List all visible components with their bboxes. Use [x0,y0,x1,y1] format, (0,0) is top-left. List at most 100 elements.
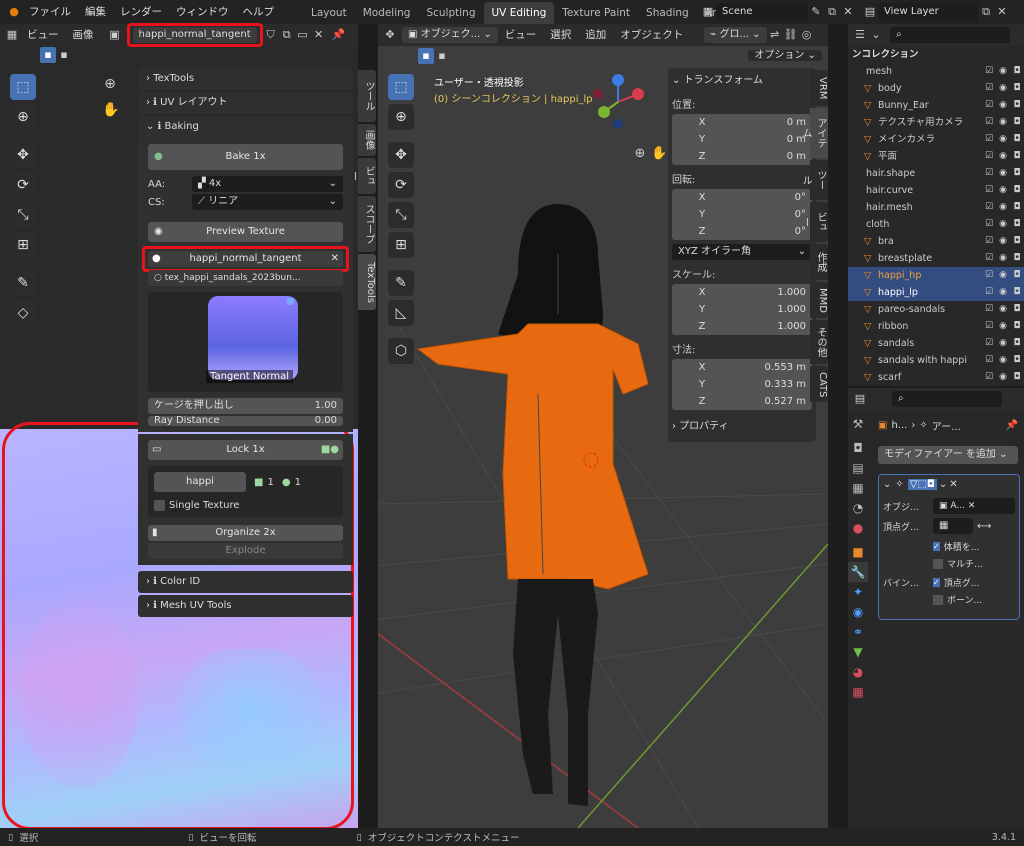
pin-icon[interactable]: 📌 [331,27,347,43]
eye-icon[interactable]: ◉ [996,131,1010,148]
modifier-toggle-icons[interactable]: ▽⬚◘ [907,479,937,490]
checkbox-icon[interactable]: ☑ [982,165,996,182]
folder-icon[interactable]: ▭ [295,27,311,43]
mode-dropdown[interactable]: ▣ オブジェク... ⌄ [402,27,498,43]
eye-icon[interactable]: ◉ [996,148,1010,165]
collapse-chevron-icon[interactable]: ⌄ [883,479,891,490]
rotation-x[interactable]: X 0° [672,189,812,206]
link-icon[interactable]: ⛓ [783,27,799,43]
camera-icon[interactable]: ◘ [1010,97,1024,114]
outliner-item-11[interactable]: ▽ breastplate ☑ ◉ ◘ [848,250,1024,267]
single-texture-checkbox[interactable] [154,500,165,511]
checkbox-checked[interactable]: ✓ [933,578,940,587]
outliner-item-3[interactable]: ▽ テクスチャ用カメラ ☑ ◉ ◘ [848,114,1024,131]
swap-arrows-icon[interactable]: ⟷ [977,521,991,532]
dimension-z[interactable]: Z 0.527 m [672,393,812,410]
constraint-icon[interactable]: ⚭ [848,622,868,642]
tab-view[interactable]: ビュー [800,202,828,242]
eye-icon[interactable]: ◉ [996,284,1010,301]
tab-misc[interactable]: その他 [810,320,828,364]
checkbox-icon[interactable]: ☑ [982,318,996,335]
scene-field[interactable]: Scene [716,3,808,21]
editor-type-icon[interactable]: ☰ [852,27,868,43]
scale-x[interactable]: X 1.000 [672,284,812,301]
outliner-item-4[interactable]: ▽ メインカメラ ☑ ◉ ◘ [848,131,1024,148]
scale-y[interactable]: Y 1.000 [672,301,812,318]
shield-icon[interactable]: ⛉ [263,27,279,43]
navigation-gizmo[interactable] [588,72,648,132]
outliner-search[interactable]: ⌕ [890,27,1010,43]
scene-icon[interactable]: ◔ [848,498,868,518]
tab-sculpting[interactable]: Sculpting [418,2,483,24]
checkbox-icon[interactable]: ☑ [982,352,996,369]
close-icon[interactable]: ✕ [331,251,339,267]
checkbox-icon[interactable]: ☑ [982,301,996,318]
camera-icon[interactable]: ◘ [1010,233,1024,250]
checkbox-icon[interactable]: ☑ [982,63,996,80]
panel-baking[interactable]: ⌄ ℹ Baking [138,116,353,138]
tab-view[interactable]: ビュー [348,158,376,194]
checkbox-icon[interactable]: ☑ [982,216,996,233]
tab-create[interactable]: 作成 [810,244,828,280]
outliner-item-15[interactable]: ▽ ribbon ☑ ◉ ◘ [848,318,1024,335]
image-list-item-other[interactable]: ○ tex_happi_sandals_2023bun... [148,270,343,286]
tab-shading[interactable]: Shading [638,2,697,24]
editor-type-icon[interactable]: ▦ [4,27,20,43]
outliner-item-2[interactable]: ▽ Bunny_Ear ☑ ◉ ◘ [848,97,1024,114]
outliner-item-10[interactable]: ▽ bra ☑ ◉ ◘ [848,233,1024,250]
outliner-item-14[interactable]: ▽ pareo-sandals ☑ ◉ ◘ [848,301,1024,318]
extrude-field[interactable]: ケージを押し出し 1.00 [148,398,343,414]
menu-add[interactable]: 追加 [578,24,613,47]
tab-modeling[interactable]: Modeling [355,2,419,24]
grab-tool-button[interactable]: ◇ [10,300,36,326]
explode-button[interactable]: Explode [148,543,343,559]
organize-button[interactable]: ▮ Organize 2x [148,525,343,541]
tab-image[interactable]: 画像 [358,124,376,156]
checkbox-icon[interactable]: ☑ [982,131,996,148]
tab-vrm[interactable]: VRM [810,70,828,106]
eye-icon[interactable]: ◉ [996,301,1010,318]
camera-icon[interactable]: ◘ [1010,80,1024,97]
rotate-tool-button[interactable]: ⟳ [10,172,36,198]
eye-icon[interactable]: ◉ [996,182,1010,199]
menu-edit[interactable]: 編集 [78,0,113,24]
eye-icon[interactable]: ◉ [996,80,1010,97]
multi-modifier-row[interactable]: マルチ... [883,557,1015,570]
tab-scope[interactable]: スコープ [358,196,376,252]
rotation-z[interactable]: Z 0° [672,223,812,240]
menu-select[interactable]: 選択 [543,24,578,47]
editor-type-icon[interactable]: ▤ [852,391,868,407]
texture-thumbnail[interactable]: Tangent Normal ● [148,292,343,392]
new-view-layer-icon[interactable]: ⧉ [978,4,994,20]
camera-icon[interactable]: ◘ [1010,182,1024,199]
checkbox-icon[interactable]: ☑ [982,284,996,301]
eye-icon[interactable]: ◉ [996,199,1010,216]
camera-icon[interactable]: ◘ [1010,369,1024,386]
world-icon[interactable]: ● [848,518,868,538]
tab-uv-editing[interactable]: UV Editing [483,2,555,24]
camera-icon[interactable]: ◘ [1010,250,1024,267]
location-y[interactable]: Y0 m [672,131,812,148]
menu-file[interactable]: ファイル [22,0,78,24]
eye-icon[interactable]: ◉ [996,97,1010,114]
select-mode-icon[interactable]: ▪ [418,48,434,64]
data-icon[interactable]: ▼ [848,642,868,662]
dropdown-icon[interactable]: ⌄ [939,479,947,490]
tab-tool[interactable]: ツール [358,70,376,122]
close-icon[interactable]: ✕ [840,4,856,20]
panel-color-id[interactable]: › ℹ Color ID [138,571,353,593]
duplicate-icon[interactable]: ⧉ [279,27,295,43]
tab-layout[interactable]: Layout [303,2,355,24]
cs-dropdown[interactable]: ⟋ リニア ⌄ [192,194,343,210]
view-layer-selector[interactable]: ▤ View Layer ⧉ ✕ [862,3,1010,21]
transform-orientation-dropdown[interactable]: ⌁ グロ... ⌄ [704,27,767,43]
scene-selector[interactable]: ▦ Scene ✎ ⧉ ✕ [700,3,856,21]
menu-view[interactable]: ビュー [20,23,66,47]
blender-logo-icon[interactable]: ● [6,4,22,20]
view-layer-field[interactable]: View Layer [878,3,978,21]
checkbox-icon[interactable]: ☑ [982,369,996,386]
display-mode-icon-2[interactable]: ▪ [56,47,72,63]
checkbox-icon[interactable]: ☑ [982,199,996,216]
tab-tool[interactable]: ツール [800,160,828,200]
bake-set-name[interactable]: happi [154,472,246,492]
